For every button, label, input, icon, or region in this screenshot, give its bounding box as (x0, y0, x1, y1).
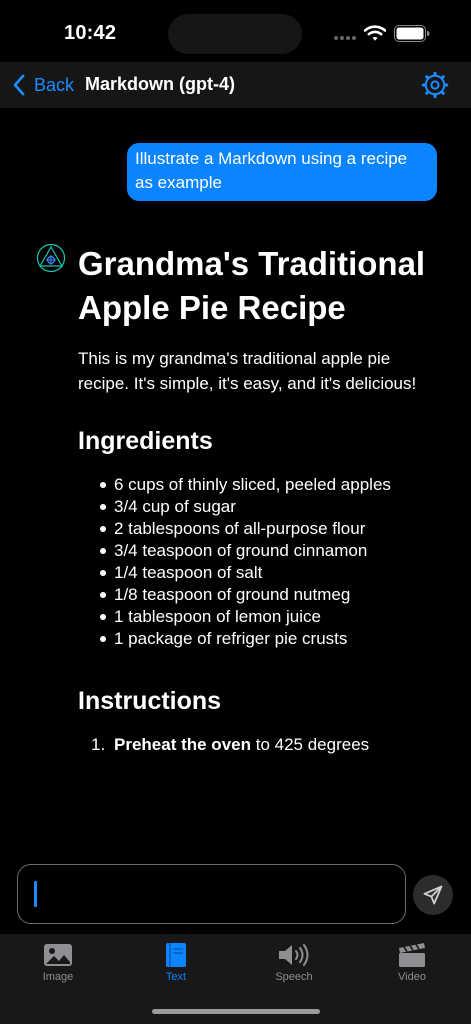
list-item: 3/4 cup of sugar (96, 496, 428, 518)
user-message-bubble: Illustrate a Markdown using a recipe as … (127, 143, 437, 201)
back-button[interactable]: Back (12, 72, 74, 98)
list-item: 1/8 teaspoon of ground nutmeg (96, 584, 428, 606)
book-icon (166, 943, 186, 967)
send-button[interactable] (413, 875, 453, 915)
navigation-bar: Back Markdown (gpt-4) (0, 62, 471, 108)
gear-icon[interactable] (421, 71, 449, 99)
tab-label: Speech (275, 971, 313, 983)
back-label: Back (34, 74, 75, 95)
status-time: 10:42 (64, 22, 117, 44)
tab-video[interactable]: Video (372, 942, 452, 992)
message-input[interactable] (17, 864, 406, 924)
step-rest-text: to 425 degrees (251, 735, 370, 754)
step-bold-text: Preheat the oven (114, 735, 251, 754)
text-caret (34, 881, 37, 907)
step-text: Preheat the oven to 425 degrees (114, 734, 369, 756)
instructions-heading: Instructions (78, 687, 222, 715)
assistant-message: Grandma's Traditional Apple Pie Recipe T… (78, 242, 428, 828)
wifi-icon (364, 25, 386, 41)
tab-label: Video (398, 971, 426, 983)
tab-label: Text (165, 971, 187, 983)
list-item: 1 tablespoon of lemon juice (96, 606, 428, 628)
tab-image[interactable]: Image (18, 942, 98, 992)
clapperboard-icon (399, 943, 425, 967)
cellular-signal-icon (334, 36, 356, 40)
speaker-icon (279, 944, 309, 966)
ingredients-heading: Ingredients (78, 427, 213, 455)
battery-icon (394, 25, 430, 42)
image-icon (44, 944, 72, 966)
home-indicator (152, 1009, 320, 1014)
list-item: 3/4 teaspoon of ground cinnamon (96, 540, 428, 562)
recipe-title: Grandma's Traditional Apple Pie Recipe (78, 245, 426, 326)
ingredients-list: 6 cups of thinly sliced, peeled apples 3… (78, 474, 428, 650)
tab-text[interactable]: Text (136, 942, 216, 992)
status-bar: 10:42 (0, 0, 471, 62)
list-item: 1. Preheat the oven to 425 degrees (91, 734, 428, 756)
recipe-intro: This is my grandma's traditional apple p… (78, 349, 417, 393)
list-item: 2 tablespoons of all-purpose flour (96, 518, 428, 540)
list-item: 1/4 teaspoon of salt (96, 562, 428, 584)
tab-speech[interactable]: Speech (254, 942, 334, 992)
tab-label: Image (42, 971, 74, 983)
send-icon (423, 885, 443, 905)
assistant-avatar-icon (36, 243, 66, 273)
step-number: 1. (91, 735, 106, 754)
page-title: Markdown (gpt-4) (85, 74, 235, 94)
list-item: 6 cups of thinly sliced, peeled apples (96, 474, 428, 496)
dynamic-island (168, 14, 302, 54)
chevron-left-icon (13, 74, 25, 96)
instructions-list: 1. Preheat the oven to 425 degrees (78, 734, 428, 756)
list-item: 1 package of refriger pie crusts (96, 628, 428, 650)
